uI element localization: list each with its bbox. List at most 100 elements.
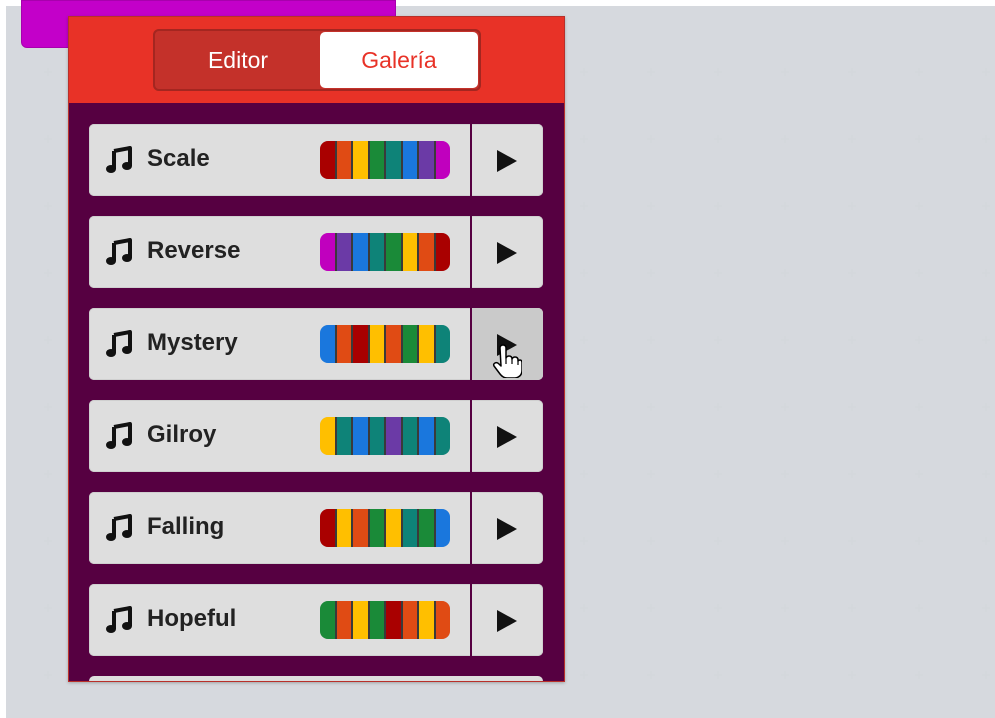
grid-cross: [647, 403, 655, 411]
grid-cross: [848, 202, 856, 210]
note-swatch: [419, 509, 436, 547]
note-swatch: [336, 417, 353, 455]
grid-cross: [982, 135, 990, 143]
note-swatch: [402, 601, 419, 639]
grid-cross: [714, 537, 722, 545]
grid-cross: [580, 671, 588, 679]
play-button[interactable]: [472, 216, 543, 288]
grid-cross: [714, 403, 722, 411]
play-icon: [497, 426, 517, 448]
note-swatch: [419, 233, 436, 271]
grid-cross: [714, 269, 722, 277]
grid-cross: [580, 403, 588, 411]
grid-cross: [915, 135, 923, 143]
music-note-icon: [106, 330, 132, 357]
note-swatch: [336, 325, 353, 363]
note-swatch: [435, 417, 450, 455]
song-name: Falling: [147, 513, 225, 540]
song-note-colors: [320, 417, 450, 455]
grid-cross: [781, 403, 789, 411]
song-row-scale[interactable]: Scale: [89, 124, 543, 196]
grid-cross: [982, 269, 990, 277]
grid-cross: [580, 537, 588, 545]
note-swatch: [386, 601, 403, 639]
grid-cross: [915, 269, 923, 277]
song-row-reverse[interactable]: Reverse: [89, 216, 543, 288]
grid-cross: [44, 537, 52, 545]
note-swatch: [369, 325, 386, 363]
grid-cross: [781, 135, 789, 143]
grid-cross: [647, 537, 655, 545]
note-swatch: [336, 509, 353, 547]
note-swatch: [435, 325, 450, 363]
note-swatch: [336, 601, 353, 639]
play-button[interactable]: [472, 584, 543, 656]
grid-cross: [647, 135, 655, 143]
play-button[interactable]: [472, 492, 543, 564]
song-row-falling[interactable]: Falling: [89, 492, 543, 564]
grid-cross: [781, 470, 789, 478]
note-swatch: [353, 325, 370, 363]
note-swatch: [435, 141, 450, 179]
song-row-hopeful[interactable]: Hopeful: [89, 584, 543, 656]
grid-cross: [714, 470, 722, 478]
grid-cross: [781, 671, 789, 679]
grid-cross: [647, 336, 655, 344]
song-row-partial[interactable]: [89, 676, 543, 681]
song-select-area[interactable]: Reverse: [89, 216, 470, 288]
note-swatch: [353, 601, 370, 639]
song-name: Scale: [147, 145, 210, 172]
grid-cross: [714, 135, 722, 143]
grid-cross: [647, 470, 655, 478]
tab-gallery[interactable]: Galería: [320, 32, 478, 88]
song-note-colors: [320, 233, 450, 271]
grid-cross: [44, 269, 52, 277]
note-swatch: [336, 233, 353, 271]
grid-cross: [580, 336, 588, 344]
note-swatch: [402, 325, 419, 363]
song-row-mystery[interactable]: Mystery: [89, 308, 543, 380]
grid-cross: [647, 671, 655, 679]
song-select-area[interactable]: Mystery: [89, 308, 470, 380]
grid-cross: [982, 671, 990, 679]
song-note-colors: [320, 325, 450, 363]
grid-cross: [781, 68, 789, 76]
grid-cross: [647, 68, 655, 76]
song-row-gilroy[interactable]: Gilroy: [89, 400, 543, 472]
hand-cursor-icon: [492, 344, 522, 378]
grid-cross: [982, 403, 990, 411]
note-swatch: [369, 509, 386, 547]
flyout-header: Editor Galería: [69, 17, 564, 103]
grid-cross: [848, 671, 856, 679]
play-button[interactable]: [472, 400, 543, 472]
grid-cross: [848, 68, 856, 76]
grid-cross: [714, 604, 722, 612]
grid-cross: [580, 135, 588, 143]
grid-cross: [781, 202, 789, 210]
song-select-area[interactable]: Gilroy: [89, 400, 470, 472]
grid-cross: [915, 604, 923, 612]
note-swatch: [320, 233, 337, 271]
music-note-icon: [106, 146, 132, 173]
play-button[interactable]: [472, 124, 543, 196]
note-swatch: [353, 233, 370, 271]
song-select-area[interactable]: Falling: [89, 492, 470, 564]
song-select-area[interactable]: Hopeful: [89, 584, 470, 656]
note-swatch: [369, 141, 386, 179]
note-swatch: [402, 509, 419, 547]
note-swatch: [353, 141, 370, 179]
song-select-area[interactable]: Scale: [89, 124, 470, 196]
note-swatch: [402, 233, 419, 271]
editor-gallery-toggle: Editor Galería: [153, 29, 481, 91]
grid-cross: [915, 336, 923, 344]
grid-cross: [44, 604, 52, 612]
grid-cross: [982, 537, 990, 545]
note-swatch: [336, 141, 353, 179]
grid-cross: [44, 135, 52, 143]
grid-cross: [714, 68, 722, 76]
grid-cross: [982, 470, 990, 478]
note-swatch: [369, 233, 386, 271]
grid-cross: [647, 202, 655, 210]
tab-editor[interactable]: Editor: [156, 32, 320, 88]
grid-cross: [580, 68, 588, 76]
